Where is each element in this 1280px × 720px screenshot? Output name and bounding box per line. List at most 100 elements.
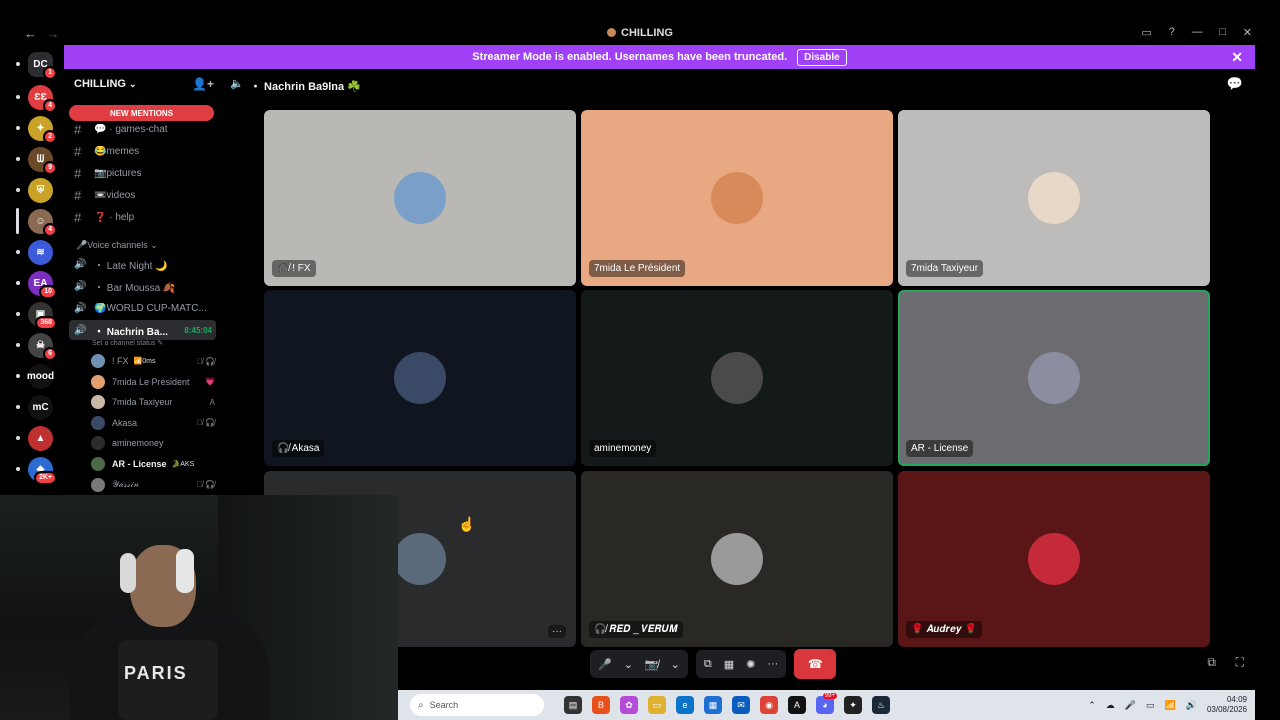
- server-icon-5[interactable]: ☺ 4: [28, 209, 57, 237]
- participant-tile[interactable]: aminemoney: [581, 290, 893, 466]
- voice-category-header[interactable]: 🎤Voice channels ⌄: [76, 240, 158, 251]
- voice-member[interactable]: 7mida Le Président 💗: [91, 373, 215, 391]
- server-icon-11[interactable]: mC: [28, 395, 53, 420]
- help-icon[interactable]: ?: [1168, 26, 1176, 39]
- server-icon-6[interactable]: ≋: [28, 240, 53, 265]
- member-status-icons: 🎙̸ 🎧̸: [196, 356, 215, 366]
- channel-memes[interactable]: # 😂memes: [74, 141, 216, 161]
- speaker-icon: 🔈: [230, 78, 244, 90]
- voice-member[interactable]: Akasa 🎙̸ 🎧̸: [91, 414, 215, 432]
- participant-tile[interactable]: 🎧̸ Akasa: [264, 290, 576, 466]
- server-icon-3[interactable]: ᗯ9: [28, 147, 57, 175]
- server-indicator: [16, 62, 20, 66]
- server-icon-13[interactable]: ◆ 2K+: [28, 457, 57, 485]
- taskbar-app-icon[interactable]: ▤: [564, 696, 582, 714]
- channel-videos[interactable]: # 📼videos: [74, 185, 216, 205]
- server-icon-10[interactable]: mood: [27, 364, 54, 389]
- voice-member[interactable]: ! FX 📶0ms 🎙̸ 🎧̸: [91, 352, 215, 370]
- voice-member[interactable]: AR - License 🐊AKS: [91, 455, 215, 473]
- tray-icon[interactable]: 📶: [1165, 700, 1176, 711]
- mic-options-chevron-icon[interactable]: ⌄: [624, 658, 633, 671]
- server-icon-8[interactable]: ▣ 368: [28, 302, 57, 330]
- taskbar-app-icon[interactable]: ▦: [704, 696, 722, 714]
- voice-channel-nachrin[interactable]: 🔊 ・ Nachrin Ba... 8:45:04: [69, 320, 216, 340]
- participant-name: 🎧̸ 𝑹𝑬𝑫 _ 𝑽𝑬𝑹𝑼𝑴: [589, 621, 683, 638]
- participant-tile[interactable]: 7mida Le Président: [581, 110, 893, 286]
- tray-icon[interactable]: ☁: [1106, 700, 1115, 711]
- camera-off-icon[interactable]: 📷̸: [645, 658, 659, 671]
- participant-avatar: [394, 172, 446, 224]
- participant-tile[interactable]: 🌹 𝑨𝒖𝒅𝒓𝒆𝒚 🌹: [898, 471, 1210, 647]
- maximize-button[interactable]: □: [1219, 26, 1227, 39]
- server-icon-2[interactable]: ✦ 2: [28, 116, 57, 144]
- tray-icon[interactable]: ⌃: [1088, 700, 1096, 711]
- taskbar-app-icon[interactable]: ◕ 99+: [816, 693, 837, 714]
- home-button[interactable]: DC 1: [28, 52, 57, 80]
- voice-channel-bar-moussa[interactable]: 🔊 ・ Bar Moussa 🍂: [74, 276, 216, 296]
- avatar: [91, 477, 105, 492]
- notification-badge: 9: [43, 161, 57, 175]
- soundboard-icon[interactable]: ✺: [746, 658, 755, 671]
- inbox-icon[interactable]: ▭: [1141, 26, 1151, 39]
- taskbar-app-icon[interactable]: B: [592, 696, 610, 714]
- server-icon-7[interactable]: EA 10: [28, 271, 57, 299]
- participant-avatar: [711, 352, 763, 404]
- channel-help[interactable]: # ❓ · help: [74, 207, 216, 227]
- taskbar-app-icon[interactable]: ✿: [620, 696, 638, 714]
- taskbar-app-icon[interactable]: e: [676, 696, 694, 714]
- taskbar-search[interactable]: ⌕ Search: [410, 694, 544, 716]
- more-options-icon[interactable]: ···: [767, 658, 778, 670]
- taskbar-app-icon[interactable]: A: [788, 696, 806, 714]
- participant-tile[interactable]: 🎧̸ 𝑹𝑬𝑫 _ 𝑽𝑬𝑹𝑼𝑴: [581, 471, 893, 647]
- fullscreen-icon[interactable]: ⛶: [1236, 655, 1244, 670]
- speaker-icon: 🔊: [74, 258, 87, 270]
- server-indicator: [16, 95, 20, 99]
- voice-member[interactable]: 𝒴𝒶𝓈𝓈𝒾𝓃 🎙̸ 🎧̸: [91, 476, 215, 494]
- minimize-button[interactable]: —: [1192, 26, 1203, 39]
- disable-streamer-mode-button[interactable]: Disable: [797, 48, 847, 66]
- tray-icon[interactable]: 🎤: [1125, 700, 1136, 711]
- set-channel-status[interactable]: Set a channel status ✎: [92, 339, 163, 347]
- taskbar-app-icon[interactable]: ◉: [760, 696, 778, 714]
- member-name: 𝒴𝒶𝓈𝓈𝒾𝓃: [112, 479, 140, 490]
- camera-options-chevron-icon[interactable]: ⌄: [671, 658, 680, 671]
- channel-pictures[interactable]: # 📷pictures: [74, 163, 216, 183]
- tile-more-icon[interactable]: ···: [548, 625, 566, 638]
- taskbar-app-icon[interactable]: ✦: [844, 696, 862, 714]
- chat-bubble-icon[interactable]: 💬: [1227, 76, 1243, 92]
- server-icon-1[interactable]: ƐƐ 4: [28, 85, 57, 113]
- channel-label: 😂memes: [94, 145, 140, 157]
- tray-icon[interactable]: ▭: [1146, 700, 1155, 711]
- voice-channel-world-cup[interactable]: 🔊 🌍WORLD CUP-MATC...: [74, 298, 216, 318]
- screen-share-icon[interactable]: ⧉: [704, 658, 712, 671]
- close-window-button[interactable]: ✕: [1243, 26, 1252, 39]
- server-icon-9[interactable]: ☠ 6: [28, 333, 57, 361]
- voice-member[interactable]: 7mida Taxiyeur A: [91, 393, 215, 411]
- voice-member[interactable]: aminemoney: [91, 434, 215, 452]
- server-icon-4[interactable]: ⛨: [28, 178, 53, 203]
- invite-people-icon[interactable]: 👤+: [192, 77, 214, 91]
- tray-icon[interactable]: 🔊: [1186, 700, 1197, 711]
- avatar: [91, 457, 105, 471]
- popout-icon[interactable]: ⧉: [1207, 655, 1216, 670]
- participant-avatar: [711, 533, 763, 585]
- participant-tile[interactable]: 🎧̸ ! FX: [264, 110, 576, 286]
- participant-tile[interactable]: AR - License: [898, 290, 1210, 466]
- voice-channel-late-night[interactable]: 🔊 ・ Late Night 🌙: [74, 254, 216, 274]
- search-icon: ⌕: [418, 699, 424, 711]
- taskbar-app-icon[interactable]: ✉: [732, 696, 750, 714]
- taskbar-app-icon[interactable]: ▭: [648, 696, 666, 714]
- disconnect-button[interactable]: ☎: [794, 649, 837, 679]
- activities-icon[interactable]: ▦: [724, 658, 734, 671]
- channel-games-chat[interactable]: # 💬 · games-chat: [74, 119, 216, 139]
- guild-header[interactable]: CHILLING ⌄ 👤+: [74, 77, 214, 91]
- participant-name: 🌹 𝑨𝒖𝒅𝒓𝒆𝒚 🌹: [906, 621, 983, 638]
- close-icon[interactable]: ✕: [1231, 49, 1243, 66]
- taskbar-app-icon[interactable]: ♨: [872, 696, 890, 714]
- window-title: CHILLING: [0, 27, 1280, 39]
- server-icon-12[interactable]: ▲: [28, 426, 53, 451]
- clock[interactable]: 04:09 03/08/2026: [1207, 695, 1247, 715]
- hang-up-icon: ☎: [807, 657, 823, 671]
- microphone-icon[interactable]: 🎤: [598, 658, 612, 671]
- participant-tile[interactable]: 7mida Taxiyeur: [898, 110, 1210, 286]
